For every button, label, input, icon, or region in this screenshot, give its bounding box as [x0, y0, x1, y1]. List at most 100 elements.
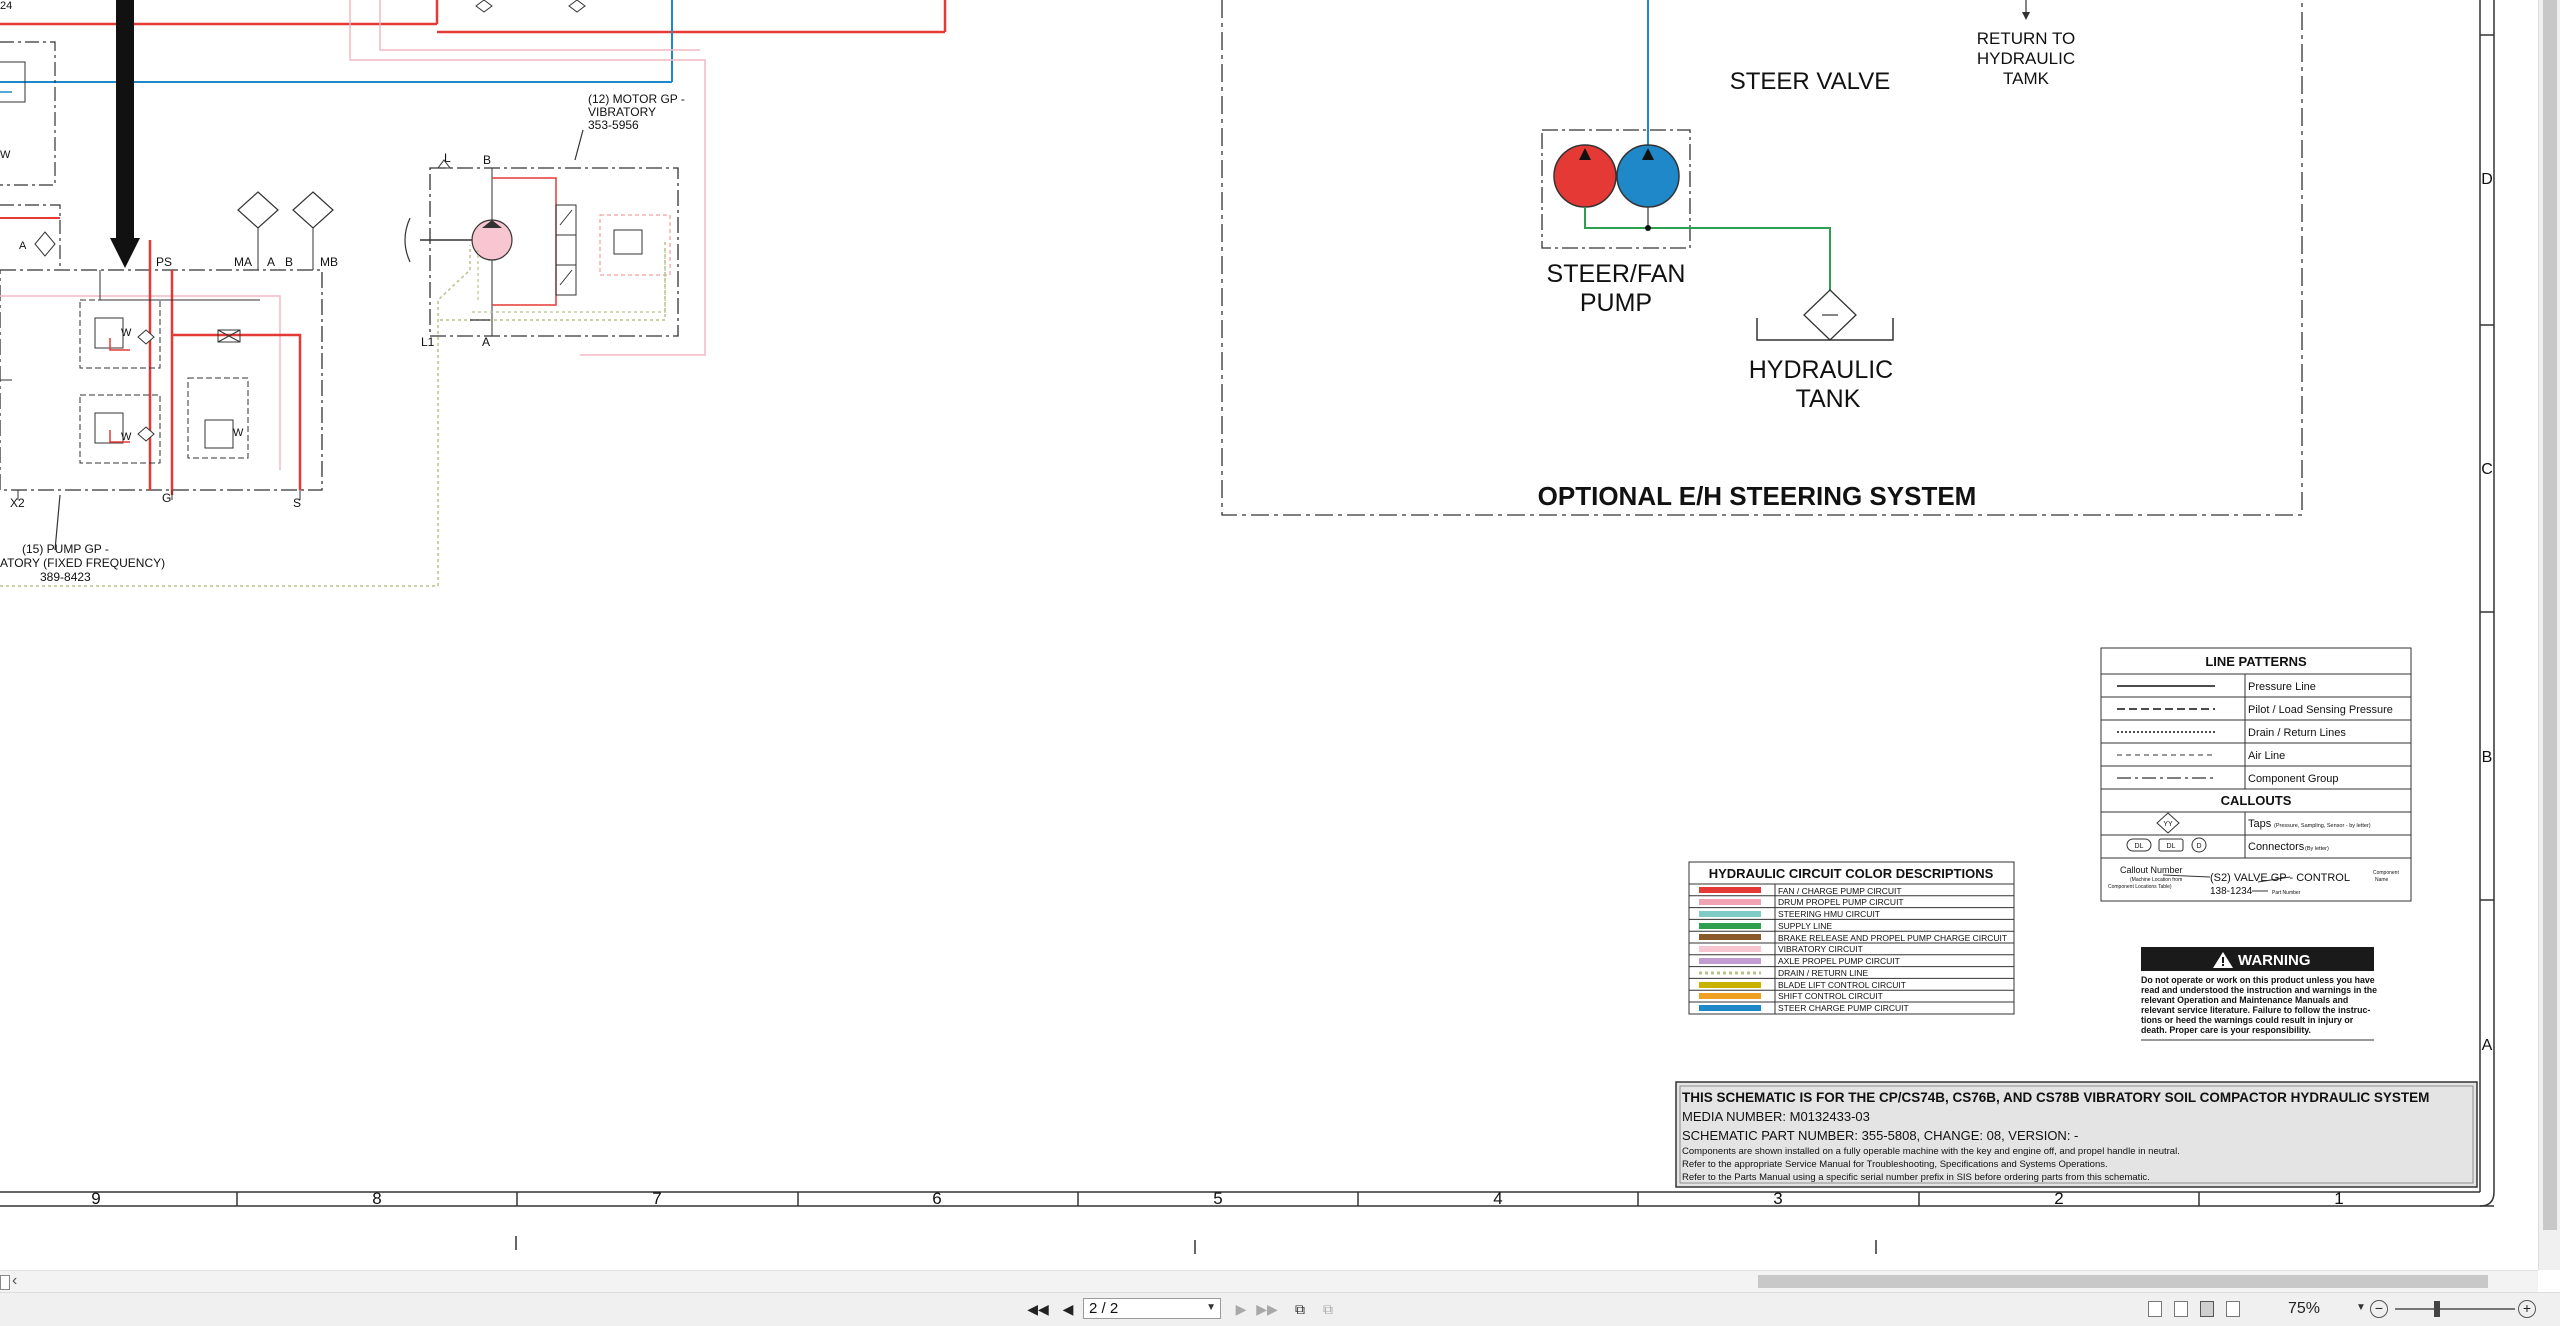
steer-fan-pump-line-1: STEER/FAN — [1547, 260, 1686, 288]
zoom-in-icon[interactable]: + — [2518, 1299, 2536, 1319]
col-number-6: 6 — [932, 1189, 941, 1208]
top-diamond-1 — [475, 0, 493, 13]
next-view-icon[interactable]: ⧉ — [1318, 1299, 1338, 1319]
left-a-label: A — [19, 240, 27, 252]
swatch-axle-propel — [1699, 958, 1761, 964]
zoom-dropdown-icon[interactable]: ▼ — [2356, 1302, 2366, 1313]
next-page-icon[interactable]: ▶ — [1231, 1299, 1251, 1319]
col-number-1: 1 — [2334, 1189, 2343, 1208]
color-desc-label-2: DRUM PROPEL PUMP CIRCUIT — [1778, 897, 1904, 907]
horizontal-scroll-thumb[interactable] — [1758, 1275, 2488, 1288]
left-w-label: W — [0, 149, 11, 161]
line-patterns-title: LINE PATTERNS — [2205, 654, 2307, 669]
col-number-7: 7 — [652, 1189, 661, 1208]
swatch-steer-charge — [1699, 1005, 1761, 1011]
zoom-slider-track[interactable] — [2395, 1308, 2515, 1310]
top-diamond-2 — [568, 0, 586, 13]
title-block-line-4: Components are shown installed on a full… — [1682, 1146, 2180, 1157]
vertical-scroll-thumb[interactable] — [2543, 0, 2557, 1230]
zoom-out-icon[interactable]: − — [2370, 1299, 2388, 1319]
connector-symbol-2: DL — [2167, 843, 2176, 850]
steer-valve-label: STEER VALVE — [1730, 68, 1891, 95]
swatch-drum-propel — [1699, 899, 1761, 905]
taps-label: Taps — [2248, 818, 2272, 830]
line-pattern-label-3: Drain / Return Lines — [2248, 727, 2346, 739]
viewer-toolbar: ◀◀ ◀ 2 / 2 ▼ ▶ ▶▶ ⧉ ⧉ 75% ▼ − + — [0, 1292, 2560, 1326]
tap-symbol-text: YY — [2163, 821, 2173, 828]
port-g: G — [162, 491, 171, 505]
first-page-icon[interactable]: ◀◀ — [1027, 1299, 1049, 1319]
line-pattern-label-5: Component Group — [2248, 773, 2339, 785]
drawing-frame — [0, 0, 2495, 1254]
page-number-select[interactable]: 2 / 2 ▼ — [1083, 1298, 1221, 1319]
vertical-scrollbar[interactable] — [2538, 0, 2560, 1270]
single-page-view-icon[interactable] — [2148, 1299, 2162, 1319]
warning-line-1: Do not operate or work on this product u… — [2141, 975, 2375, 985]
return-to-line-1: RETURN TO — [1977, 29, 2076, 48]
color-desc-label-9: BLADE LIFT CONTROL CIRCUIT — [1778, 980, 1906, 990]
col-number-8: 8 — [372, 1189, 381, 1208]
continuous-view-icon[interactable] — [2174, 1299, 2188, 1319]
example-callout-note-2: Component Locations Table) — [2108, 884, 2172, 890]
col-number-3: 3 — [1773, 1189, 1782, 1208]
two-page-view-icon[interactable] — [2200, 1299, 2214, 1319]
return-to-line-3: TAMK — [2003, 69, 2050, 88]
example-component-note-1: Component — [2373, 870, 2399, 876]
color-desc-label-5: BRAKE RELEASE AND PROPEL PUMP CHARGE CIR… — [1778, 933, 2007, 943]
scrollbar-corner-box — [0, 1275, 10, 1290]
last-page-icon[interactable]: ▶▶ — [1256, 1299, 1278, 1319]
example-callout-note-1: (Machine Location from — [2130, 877, 2182, 883]
two-page-continuous-view-icon[interactable] — [2226, 1299, 2240, 1319]
title-block-line-5: Refer to the appropriate Service Manual … — [1682, 1159, 2108, 1170]
color-desc-title: HYDRAULIC CIRCUIT COLOR DESCRIPTIONS — [1709, 866, 1994, 881]
row-letter-a: A — [2482, 1037, 2493, 1054]
page-number-value: 2 / 2 — [1089, 1300, 1119, 1317]
previous-view-icon[interactable]: ⧉ — [1290, 1299, 1310, 1319]
example-part-note: Part Number — [2272, 890, 2301, 896]
return-to-line-2: HYDRAULIC — [1977, 49, 2075, 68]
port-w-3: W — [233, 427, 244, 439]
pump-part: 389-8423 — [40, 570, 91, 584]
line-pattern-label-2: Pilot / Load Sensing Pressure — [2248, 704, 2393, 716]
port-b: B — [285, 255, 293, 269]
row-letter-d: D — [2481, 171, 2493, 188]
color-desc-label-1: FAN / CHARGE PUMP CIRCUIT — [1778, 886, 1902, 896]
swatch-steering-hmu — [1699, 911, 1761, 917]
connector-symbol-3: D — [2196, 843, 2201, 850]
port-ps: PS — [156, 255, 172, 269]
title-block-line-2: MEDIA NUMBER: M0132433-03 — [1682, 1109, 1870, 1124]
steer-fan-pump-line-2: PUMP — [1580, 289, 1652, 317]
optional-steering-title: OPTIONAL E/H STEERING SYSTEM — [1538, 481, 1977, 511]
col-number-5: 5 — [1213, 1189, 1222, 1208]
swatch-blade-lift — [1699, 982, 1761, 988]
motor-port-l: L — [444, 151, 451, 165]
warning-line-3: relevant Operation and Maintenance Manua… — [2141, 995, 2348, 1005]
port-w-2: W — [121, 431, 132, 443]
zoom-slider-handle[interactable] — [2434, 1301, 2440, 1317]
pump-callout-2: ATORY (FIXED FREQUENCY) — [0, 556, 165, 570]
example-component: (S2) VALVE GP - CONTROL — [2210, 872, 2350, 884]
connectors-label: Connectors — [2248, 841, 2305, 853]
port-s: S — [293, 496, 301, 510]
port-a: A — [267, 255, 275, 269]
top-left-label: 24 — [0, 0, 12, 12]
chevron-down-icon: ▼ — [1206, 1302, 1216, 1313]
port-x2: X2 — [10, 496, 25, 510]
taps-note: (Pressure, Sampling, Sensor - by letter) — [2274, 823, 2371, 829]
zoom-level[interactable]: 75% — [2288, 1300, 2320, 1318]
row-letter-c: C — [2481, 461, 2493, 478]
example-part: 138-1234 — [2210, 886, 2253, 897]
scroll-left-arrow-icon[interactable]: ‹ — [12, 1272, 17, 1290]
callouts-title: CALLOUTS — [2221, 793, 2292, 808]
previous-page-icon[interactable]: ◀ — [1058, 1299, 1078, 1319]
line-pattern-label-4: Air Line — [2248, 750, 2285, 762]
hydraulic-lines: 24 W A — [0, 0, 947, 587]
motor-callout-2: VIBRATORY — [588, 105, 656, 119]
port-mb: MB — [320, 255, 338, 269]
example-callout: Callout Number — [2120, 865, 2183, 875]
warning-title: WARNING — [2238, 952, 2311, 969]
color-desc-label-8: DRAIN / RETURN LINE — [1778, 968, 1869, 978]
horizontal-scrollbar[interactable]: ‹ — [0, 1270, 2538, 1293]
warning-line-6: death. Proper care is your responsibilit… — [2141, 1025, 2311, 1035]
connectors-note: (By letter) — [2305, 846, 2329, 852]
